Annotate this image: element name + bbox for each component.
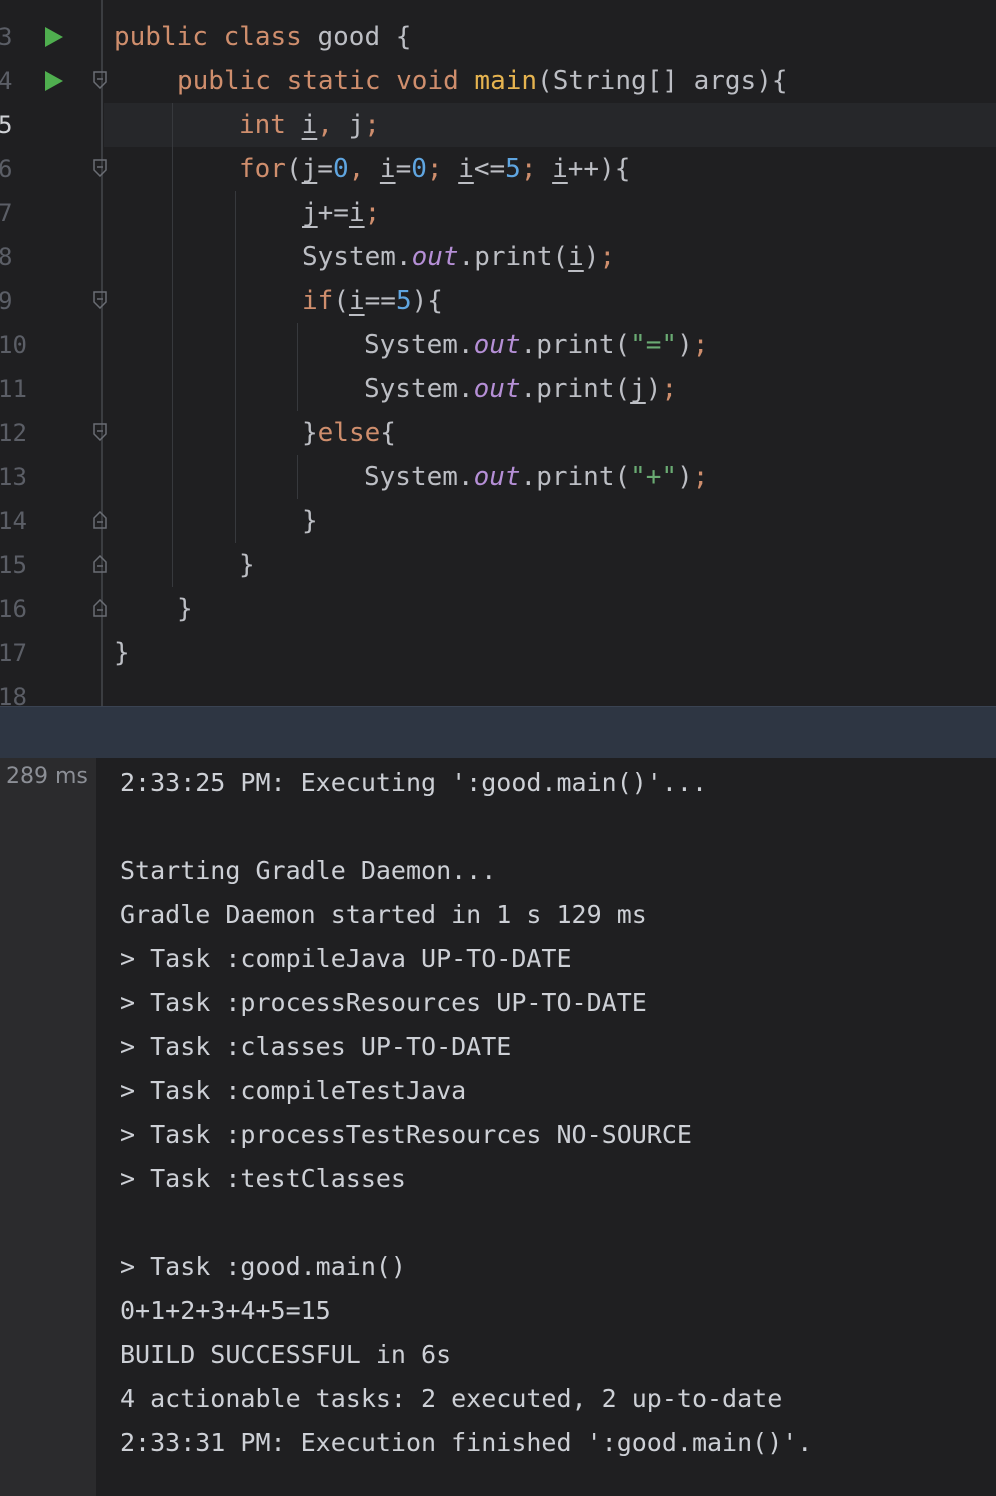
code-text: System.out.print("="); (364, 330, 709, 360)
console-line: BUILD SUCCESSFUL in 6s (120, 1340, 452, 1369)
console-line: > Task :classes UP-TO-DATE (120, 1032, 512, 1061)
code-text: } (114, 638, 130, 668)
line-number: 15 (0, 551, 27, 579)
code-line-11[interactable]: 11 System.out.print(j); (0, 367, 996, 411)
code-line-16[interactable]: 16 } (0, 587, 996, 631)
line-number: 14 (0, 507, 27, 535)
line-number: 13 (0, 463, 27, 491)
code-line-7[interactable]: 7 j+=i; (0, 191, 996, 235)
code-editor[interactable]: 3 public class good { 4 public static vo… (0, 0, 996, 706)
fold-icon[interactable] (93, 423, 107, 441)
console-line: 4 actionable tasks: 2 executed, 2 up-to-… (120, 1384, 783, 1413)
code-line-10[interactable]: 10 System.out.print("="); (0, 323, 996, 367)
line-number: 8 (0, 243, 13, 271)
fold-icon[interactable] (93, 159, 107, 177)
code-text: System.out.print(i); (302, 242, 616, 272)
console-line: > Task :good.main() (120, 1252, 406, 1281)
code-text: for(j=0, i=0; i<=5; i++){ (239, 154, 631, 184)
line-number: 10 (0, 331, 27, 359)
line-number: 17 (0, 639, 27, 667)
line-number: 5 (0, 111, 13, 139)
code-text: } (302, 506, 318, 536)
code-line-15[interactable]: 15 } (0, 543, 996, 587)
code-text: } (239, 550, 255, 580)
run-icon[interactable] (45, 71, 63, 91)
console-line: > Task :processResources UP-TO-DATE (120, 988, 647, 1017)
code-text: if(i==5){ (302, 286, 443, 316)
line-number: 9 (0, 287, 13, 315)
line-number: 6 (0, 155, 13, 183)
code-text: public static void main(String[] args){ (177, 66, 788, 96)
code-line-4[interactable]: 4 public static void main(String[] args)… (0, 59, 996, 103)
code-text: int i, j; (239, 110, 380, 140)
console-line: 2:33:25 PM: Executing ':good.main()'... (120, 768, 707, 797)
run-icon[interactable] (45, 27, 63, 47)
code-line-8[interactable]: 8 System.out.print(i); (0, 235, 996, 279)
console-line: > Task :processTestResources NO-SOURCE (120, 1120, 692, 1149)
fold-icon[interactable] (93, 291, 107, 309)
code-line-17[interactable]: 17 } (0, 631, 996, 675)
code-line-18[interactable]: 18 (0, 675, 996, 706)
code-line-13[interactable]: 13 System.out.print("+"); (0, 455, 996, 499)
code-line-14[interactable]: 14 } (0, 499, 996, 543)
console-line: > Task :testClasses (120, 1164, 406, 1193)
code-text: System.out.print(j); (364, 374, 678, 404)
code-text: public class good { (114, 22, 412, 52)
console-line: > Task :compileTestJava (120, 1076, 467, 1105)
fold-end-icon[interactable] (93, 511, 107, 529)
fold-end-icon[interactable] (93, 555, 107, 573)
code-line-9[interactable]: 9 if(i==5){ (0, 279, 996, 323)
code-text: } (177, 594, 193, 624)
code-text: j+=i; (302, 198, 381, 228)
elapsed-time-column: 289 ms (0, 758, 96, 1496)
code-text: System.out.print("+"); (364, 462, 709, 492)
fold-icon[interactable] (93, 71, 107, 89)
elapsed-time: 289 ms (6, 764, 88, 789)
panel-splitter[interactable] (0, 706, 996, 759)
code-line-12[interactable]: 12 }else{ (0, 411, 996, 455)
line-number: 4 (0, 67, 13, 95)
code-line-6[interactable]: 6 for(j=0, i=0; i<=5; i++){ (0, 147, 996, 191)
console-line: > Task :compileJava UP-TO-DATE (120, 944, 572, 973)
run-console[interactable]: 289 ms 2:33:25 PM: Executing ':good.main… (0, 758, 996, 1496)
code-text: }else{ (302, 418, 396, 448)
code-line-5[interactable]: 5 int i, j; (0, 103, 996, 147)
console-line: Starting Gradle Daemon... (120, 856, 497, 885)
console-line: 0+1+2+3+4+5=15 (120, 1296, 331, 1325)
line-number: 11 (0, 375, 27, 403)
code-line-3[interactable]: 3 public class good { (0, 15, 996, 59)
console-line: 2:33:31 PM: Execution finished ':good.ma… (120, 1428, 813, 1457)
line-number: 7 (0, 199, 13, 227)
line-number: 12 (0, 419, 27, 447)
line-number: 3 (0, 23, 13, 51)
line-number: 18 (0, 683, 27, 706)
console-line: Gradle Daemon started in 1 s 129 ms (120, 900, 647, 929)
line-number: 16 (0, 595, 27, 623)
fold-end-icon[interactable] (93, 599, 107, 617)
